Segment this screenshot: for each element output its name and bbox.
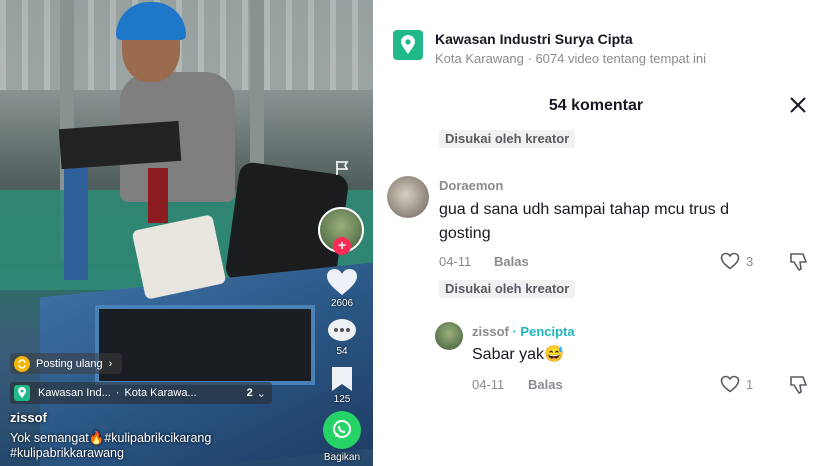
save-button[interactable]: 125: [322, 366, 362, 405]
heart-icon: [327, 269, 357, 295]
repost-label: Posting ulang: [36, 357, 103, 370]
reply-button[interactable]: Balas: [494, 254, 529, 269]
chevron-right-icon: ›: [108, 357, 113, 370]
comment-count: 54: [336, 346, 348, 357]
repost-button[interactable]: Posting ulang ›: [10, 353, 123, 374]
video-caption: Yok semangat🔥#kulipabrikcikarang #kulipa…: [10, 431, 212, 460]
author-name[interactable]: zissof: [10, 410, 47, 425]
location-subtitle: Kota Karawang · 6074 video tentang tempa…: [435, 51, 707, 66]
comment-date: 04-11: [472, 377, 505, 392]
location-pin-icon: [393, 30, 423, 60]
chevron-down-icon: ⌄: [256, 387, 266, 400]
reply-username-row: zissof · Pencipta: [472, 324, 575, 339]
avatar[interactable]: [387, 176, 429, 218]
comment-button[interactable]: 54: [322, 318, 362, 357]
location-bar[interactable]: Kawasan Ind... · Kota Karawa... 2 ⌄: [10, 382, 272, 404]
comment-text: gua d sana udh sampai tahap mcu trus d g…: [439, 201, 729, 242]
location-count: 2: [246, 387, 253, 399]
reply-button[interactable]: Balas: [528, 377, 563, 392]
comment-date: 04-11: [439, 254, 472, 269]
creator-tag: Pencipta: [520, 324, 575, 339]
thumbs-down-icon[interactable]: [788, 251, 810, 273]
comment-username[interactable]: zissof: [472, 324, 509, 339]
location-pin-icon: [14, 385, 30, 401]
location-title: Kawasan Industri Surya Cipta: [435, 31, 633, 47]
video-player[interactable]: + 2606 54 125 Bagikan Posting ulang › Ka…: [0, 0, 373, 466]
whatsapp-icon: [323, 411, 361, 449]
comments-panel: Kawasan Industri Surya Cipta Kota Karawa…: [373, 0, 819, 466]
comment-like-count: 3: [746, 253, 754, 269]
follow-plus-icon[interactable]: +: [333, 237, 351, 255]
comment-username[interactable]: Doraemon: [439, 178, 503, 193]
comment-like-button[interactable]: 1: [720, 375, 753, 393]
save-count: 125: [333, 394, 351, 405]
thumbs-down-icon[interactable]: [788, 374, 810, 396]
report-flag-icon[interactable]: [334, 160, 350, 176]
like-button[interactable]: 2606: [322, 268, 362, 309]
heart-outline-icon: [720, 375, 740, 393]
comment-bubble-icon: [328, 319, 356, 341]
comment-text: Sabar yak😅: [472, 346, 564, 363]
location-city: Kota Karawa...: [124, 387, 197, 399]
liked-by-creator-badge: Disukai oleh kreator: [439, 130, 576, 148]
share-button[interactable]: Bagikan: [322, 411, 362, 463]
comment-like-count: 1: [746, 376, 754, 392]
comment-like-button[interactable]: 3: [720, 252, 753, 270]
heart-outline-icon: [720, 252, 740, 270]
liked-by-creator-badge: Disukai oleh kreator: [439, 280, 576, 298]
close-icon[interactable]: [789, 96, 807, 114]
share-label: Bagikan: [323, 452, 361, 463]
avatar[interactable]: [435, 322, 463, 350]
location-header[interactable]: Kawasan Industri Surya Cipta Kota Karawa…: [393, 30, 706, 66]
repost-icon: [14, 355, 30, 372]
bookmark-icon: [332, 367, 352, 391]
location-name: Kawasan Ind...: [38, 387, 111, 399]
like-count: 2606: [330, 298, 354, 309]
comments-title: 54 komentar: [548, 97, 644, 114]
